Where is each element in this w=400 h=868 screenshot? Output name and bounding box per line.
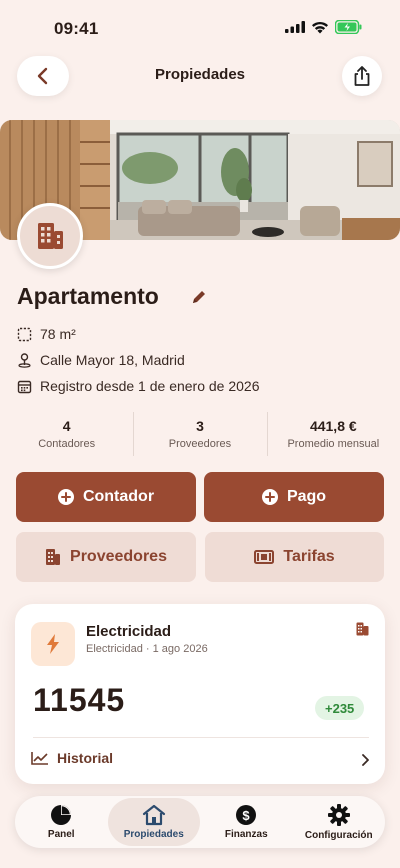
share-button[interactable] xyxy=(342,56,382,96)
property-address: Calle Mayor 18, Madrid xyxy=(40,352,185,368)
meter-property-icon xyxy=(356,622,369,641)
stats-row: 4 Contadores 3 Proveedores 441,8 € Prome… xyxy=(0,410,400,458)
wifi-icon xyxy=(312,21,328,33)
chart-line-icon xyxy=(31,752,48,765)
bottom-tab-bar: Panel Propiedades $ Finanzas Configuraci… xyxy=(15,796,385,848)
tab-label: Panel xyxy=(47,829,75,840)
pencil-icon xyxy=(193,291,205,303)
meter-title: Electricidad xyxy=(86,623,172,640)
plus-circle-icon xyxy=(261,489,278,505)
add-meter-button[interactable]: Contador xyxy=(16,472,196,522)
registered-row: Registro desde 1 de enero de 2026 xyxy=(17,378,260,394)
status-icons xyxy=(285,20,362,34)
area-icon xyxy=(17,327,32,341)
signal-icon xyxy=(285,21,305,33)
edit-button[interactable] xyxy=(190,288,208,311)
meter-icon-box xyxy=(31,622,75,666)
history-link[interactable]: Historial xyxy=(31,750,113,766)
meter-reading: 11545 xyxy=(33,682,126,718)
reading-delta-badge: +235 xyxy=(315,696,365,720)
stat-label: Promedio mensual xyxy=(287,438,380,450)
location-pin-icon xyxy=(18,353,31,368)
status-time: 09:41 xyxy=(54,19,99,38)
svg-text:$: $ xyxy=(243,808,251,823)
stat-label: Proveedores xyxy=(168,438,232,450)
stat-label: Contadores xyxy=(38,438,96,450)
tab-panel[interactable]: Panel xyxy=(15,798,108,846)
stat-value: 441,8 € xyxy=(309,418,357,434)
battery-charging-icon xyxy=(335,20,362,34)
providers-label: Proveedores xyxy=(70,548,167,565)
stat-value: 4 xyxy=(62,418,71,434)
calendar-icon xyxy=(17,380,32,393)
meter-card[interactable]: Electricidad Electricidad · 1 ago 2026 1… xyxy=(15,604,385,784)
add-payment-button[interactable]: Pago xyxy=(204,472,384,522)
stat-value: 3 xyxy=(196,418,204,434)
stat-providers: 3 Proveedores xyxy=(133,410,266,458)
tab-properties[interactable]: Propiedades xyxy=(107,798,200,846)
share-icon xyxy=(354,66,370,86)
property-registered: Registro desde 1 de enero de 2026 xyxy=(40,378,260,394)
tab-finances[interactable]: $ Finanzas xyxy=(200,798,293,846)
building-icon xyxy=(38,223,63,249)
tab-settings[interactable]: Configuración xyxy=(293,798,386,846)
rates-button[interactable]: Tarifas xyxy=(205,532,384,582)
add-payment-label: Pago xyxy=(286,488,327,505)
tab-label: Propiedades xyxy=(123,829,184,840)
property-area: 78 m² xyxy=(40,326,76,342)
stat-monthly-average: 441,8 € Promedio mensual xyxy=(266,410,400,458)
rates-label: Tarifas xyxy=(283,548,335,565)
area-row: 78 m² xyxy=(17,326,76,342)
tab-label: Finanzas xyxy=(224,829,268,840)
plus-circle-icon xyxy=(57,489,74,505)
stat-meters: 4 Contadores xyxy=(0,410,133,458)
address-row: Calle Mayor 18, Madrid xyxy=(17,352,185,368)
page-title: Propiedades xyxy=(154,66,246,83)
lightning-icon xyxy=(47,634,59,654)
card-divider xyxy=(33,737,369,738)
meter-subtitle: Electricidad · 1 ago 2026 xyxy=(86,643,208,655)
add-meter-label: Contador xyxy=(82,488,155,505)
building-icon xyxy=(356,622,369,636)
pie-chart-icon xyxy=(51,805,72,825)
banknote-icon xyxy=(254,550,275,564)
property-avatar[interactable] xyxy=(17,203,83,269)
chevron-right-icon xyxy=(361,753,369,771)
house-icon xyxy=(142,804,165,826)
history-label: Historial xyxy=(57,750,114,766)
building-icon xyxy=(46,549,61,565)
tab-label: Configuración xyxy=(304,830,373,841)
dollar-coin-icon: $ xyxy=(236,805,257,825)
gear-icon xyxy=(327,804,350,826)
property-name: Apartamento xyxy=(17,283,159,309)
providers-button[interactable]: Proveedores xyxy=(16,532,196,582)
